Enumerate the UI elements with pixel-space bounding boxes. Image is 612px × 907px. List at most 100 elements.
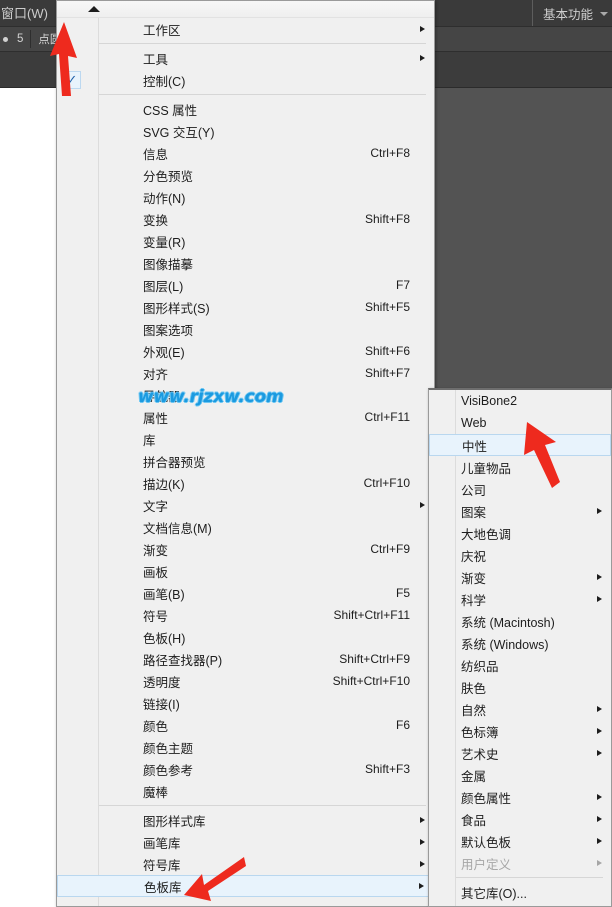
swatch-submenu-item[interactable]: 自然 (429, 698, 611, 720)
window-menu-item-label: 文档信息(M) (143, 521, 212, 536)
window-menu-item-shortcut: Shift+F8 (364, 212, 410, 226)
window-menu-item[interactable]: 工具 (57, 47, 434, 69)
window-menu-item-label: 颜色 (143, 719, 169, 734)
window-menu-item[interactable]: 链接(I) (57, 692, 434, 714)
window-menu-item[interactable]: 变量(R) (57, 230, 434, 252)
window-menu-item-list: 工作区工具 ✓ 控制(C) CSS 属性 SVG 交互(Y) 信息 Ctrl+F8 分色预览动… (57, 18, 434, 897)
swatch-submenu-item-label: 艺术史 (461, 747, 499, 762)
window-menu-item[interactable]: 透明度 Shift+Ctrl+F10 (57, 670, 434, 692)
window-menu-dropdown[interactable]: 工作区工具 ✓ 控制(C) CSS 属性 SVG 交互(Y) 信息 Ctrl+F8 分色预览动… (56, 0, 435, 907)
swatch-submenu-item-label: 系统 (Macintosh) (461, 615, 555, 630)
swatch-submenu-item[interactable]: 中性 (429, 434, 611, 456)
window-menu-item[interactable]: 属性 Ctrl+F11 (57, 406, 434, 428)
window-menu-item[interactable]: 颜色主题 (57, 736, 434, 758)
swatch-submenu-item[interactable]: 艺术史 (429, 742, 611, 764)
window-menu-item[interactable]: 图案选项 (57, 318, 434, 340)
swatch-submenu-item[interactable]: 庆祝 (429, 544, 611, 566)
window-menu-item[interactable]: 图像描摹 (57, 252, 434, 274)
swatch-submenu-item-label: VisiBone2 (461, 394, 518, 408)
swatch-submenu-item[interactable]: 图案 (429, 500, 611, 522)
window-menu-item[interactable]: 文档信息(M) (57, 516, 434, 538)
submenu-chevron-right-icon (420, 26, 425, 32)
window-menu-item[interactable]: 图层(L) F7 (57, 274, 434, 296)
window-menu-item[interactable]: 路径查找器(P) Shift+Ctrl+F9 (57, 648, 434, 670)
swatch-submenu-item[interactable]: 渐变 (429, 566, 611, 588)
window-menu-item[interactable]: 画笔库 (57, 831, 434, 853)
swatch-submenu-item-label: 用户定义 (461, 857, 512, 872)
window-menu-item-label: 画笔库 (143, 836, 181, 851)
window-menu-item[interactable]: 颜色 F6 (57, 714, 434, 736)
window-menu-item[interactable]: 画笔(B) F5 (57, 582, 434, 604)
window-menu-item[interactable]: SVG 交互(Y) (57, 120, 434, 142)
window-menu-item-label: 描边(K) (143, 477, 185, 492)
menu-window[interactable]: 窗口(W) (0, 4, 54, 23)
swatch-submenu-item[interactable]: 科学 (429, 588, 611, 610)
window-menu-item[interactable]: 符号 Shift+Ctrl+F11 (57, 604, 434, 626)
swatch-submenu-item[interactable]: 食品 (429, 808, 611, 830)
window-menu-item[interactable]: 色板库 (57, 875, 434, 897)
window-menu-item[interactable]: 工作区 (57, 18, 434, 40)
swatch-submenu-item-label: 金属 (461, 769, 487, 784)
window-menu-item[interactable]: 文字 (57, 494, 434, 516)
window-menu-item[interactable]: 渐变 Ctrl+F9 (57, 538, 434, 560)
swatch-submenu-item[interactable]: 金属 (429, 764, 611, 786)
window-menu-item[interactable]: 外观(E) Shift+F6 (57, 340, 434, 362)
swatch-submenu-item[interactable]: 公司 (429, 478, 611, 500)
window-menu-item[interactable]: 导航器 (57, 384, 434, 406)
window-menu-item[interactable]: 画板 (57, 560, 434, 582)
window-menu-item-label: 拼合器预览 (143, 455, 206, 470)
swatch-submenu-item[interactable]: 颜色属性 (429, 786, 611, 808)
submenu-chevron-right-icon (597, 706, 602, 712)
window-menu-item-label: 透明度 (143, 675, 181, 690)
swatch-submenu-item[interactable]: 系统 (Macintosh) (429, 610, 611, 632)
swatch-submenu-item[interactable]: 大地色调 (429, 522, 611, 544)
workspace-switcher[interactable]: 基本功能 (531, 0, 608, 26)
window-menu-item[interactable]: 符号库 (57, 853, 434, 875)
swatch-submenu-item-label: 自然 (461, 703, 487, 718)
submenu-chevron-right-icon (597, 750, 602, 756)
window-menu-item[interactable]: 色板(H) (57, 626, 434, 648)
window-menu-item[interactable]: 描边(K) Ctrl+F10 (57, 472, 434, 494)
workspace-label: 基本功能 (542, 7, 593, 22)
stroke-weight-value[interactable]: 5 (17, 33, 23, 45)
window-menu-item-shortcut: Shift+F7 (364, 366, 410, 380)
swatch-submenu-item-label: 公司 (461, 483, 487, 498)
window-menu-item[interactable]: 图形样式库 (57, 809, 434, 831)
window-menu-item[interactable]: 对齐 Shift+F7 (57, 362, 434, 384)
window-menu-item[interactable]: 魔棒 (57, 780, 434, 802)
window-menu-item[interactable]: CSS 属性 (57, 98, 434, 120)
window-menu-item[interactable]: 变换 Shift+F8 (57, 208, 434, 230)
swatch-submenu-item-label: 默认色板 (461, 835, 512, 850)
window-menu-item[interactable]: 库 (57, 428, 434, 450)
swatch-submenu-item-label: 科学 (461, 593, 487, 608)
menu-scroll-up-button[interactable] (57, 1, 434, 18)
window-menu-item[interactable]: 分色预览 (57, 164, 434, 186)
window-menu-item[interactable]: 颜色参考 Shift+F3 (57, 758, 434, 780)
stroke-dot-icon (3, 36, 8, 42)
window-menu-item[interactable]: 信息 Ctrl+F8 (57, 142, 434, 164)
window-menu-item-label: 变量(R) (143, 235, 186, 250)
window-menu-item[interactable]: 动作(N) (57, 186, 434, 208)
chevron-down-icon (600, 12, 608, 16)
window-menu-item-shortcut: Shift+F6 (364, 344, 410, 358)
window-menu-item-label: 图像描摹 (143, 257, 194, 272)
window-menu-separator (98, 43, 426, 44)
window-menu-item[interactable]: 拼合器预览 (57, 450, 434, 472)
window-menu-item[interactable]: ✓ 控制(C) (57, 69, 434, 91)
swatch-submenu-item[interactable]: VisiBone2 (429, 390, 611, 412)
swatch-submenu-item[interactable]: 肤色 (429, 676, 611, 698)
swatch-library-submenu[interactable]: VisiBone2 Web 中性 儿童物品公司图案 大地色调 庆祝 渐变科学系统 (Maci… (428, 388, 612, 907)
swatch-submenu-item[interactable]: 默认色板 (429, 830, 611, 852)
swatch-submenu-item[interactable]: 色标簿 (429, 720, 611, 742)
submenu-chevron-right-icon (597, 860, 602, 866)
swatch-submenu-item[interactable]: Web (429, 412, 611, 434)
window-menu-item-label: 属性 (143, 411, 169, 426)
window-menu-item[interactable]: 图形样式(S) Shift+F5 (57, 296, 434, 318)
swatch-submenu-item[interactable]: 其它库(O)... (429, 881, 611, 903)
window-menu-item-label: 文字 (143, 499, 169, 514)
swatch-submenu-item[interactable]: 儿童物品 (429, 456, 611, 478)
swatch-submenu-item[interactable]: 纺织品 (429, 654, 611, 676)
window-menu-item-label: 工具 (143, 52, 169, 67)
swatch-submenu-item[interactable]: 系统 (Windows) (429, 632, 611, 654)
window-menu-item-shortcut: Shift+Ctrl+F9 (339, 652, 410, 666)
